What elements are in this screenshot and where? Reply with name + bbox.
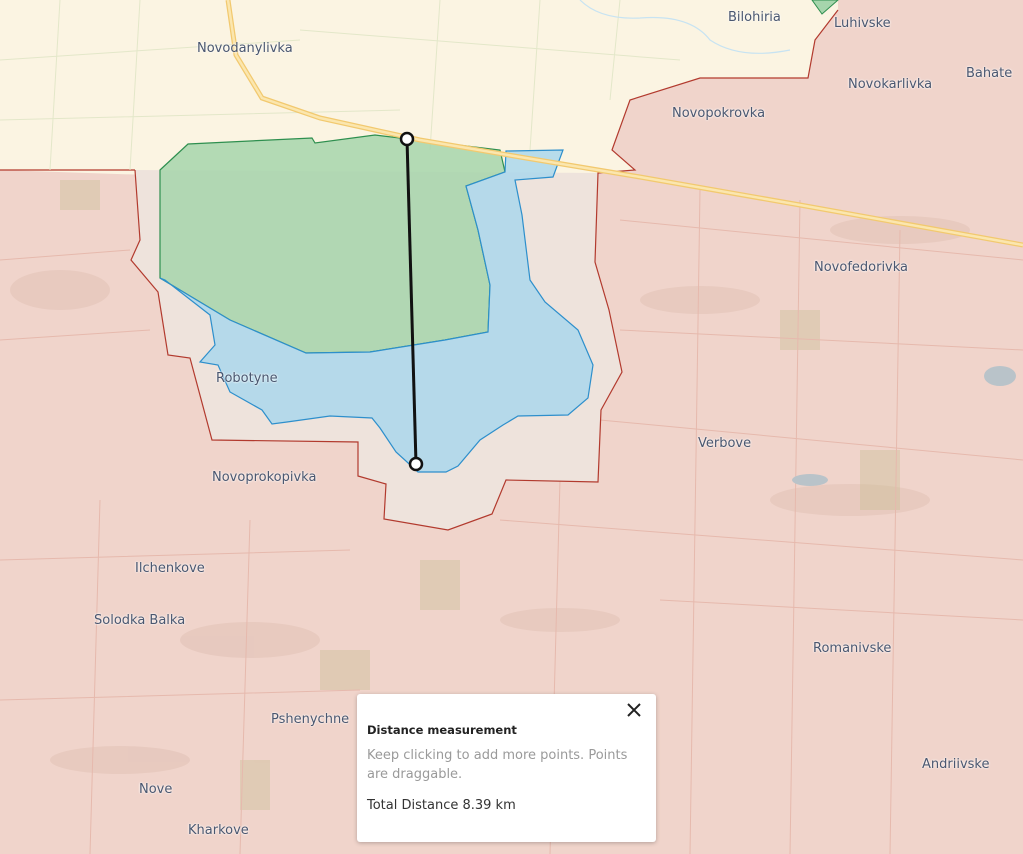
place-label: Novofedorivka (814, 260, 909, 275)
place-label: Pshenychne (271, 712, 350, 727)
place-label: Novokarlivka (848, 77, 933, 92)
place-label: Robotyne (216, 371, 278, 386)
place-label: Ilchenkove (135, 561, 205, 576)
place-label: Verbove (698, 436, 752, 451)
lake (792, 474, 828, 486)
place-label: Novoprokopivka (212, 470, 317, 485)
total-distance-value: 8.39 km (462, 798, 516, 813)
measure-point-start[interactable] (399, 131, 415, 147)
place-label: Luhivske (834, 16, 891, 31)
place-label: Novopokrovka (672, 106, 766, 121)
place-label: Novodanylivka (197, 41, 293, 56)
place-label: Solodka Balka (94, 613, 186, 628)
place-label: Nove (139, 782, 173, 797)
place-label: Romanivske (813, 641, 892, 656)
popup-title: Distance measurement (367, 723, 517, 737)
popup-hint: Keep clicking to add more points. Points… (367, 748, 628, 782)
lake (984, 366, 1016, 386)
place-label: Andriivske (922, 757, 990, 772)
place-label: Bahate (966, 66, 1013, 81)
close-icon[interactable] (626, 702, 642, 718)
place-label: Kharkove (188, 823, 249, 838)
total-distance: Total Distance 8.39 km (367, 798, 644, 813)
place-label: Bilohiria (728, 10, 781, 25)
measure-point-end[interactable] (408, 456, 424, 472)
total-distance-label: Total Distance (367, 798, 459, 813)
distance-popup: Distance measurement Keep clicking to ad… (357, 694, 656, 842)
